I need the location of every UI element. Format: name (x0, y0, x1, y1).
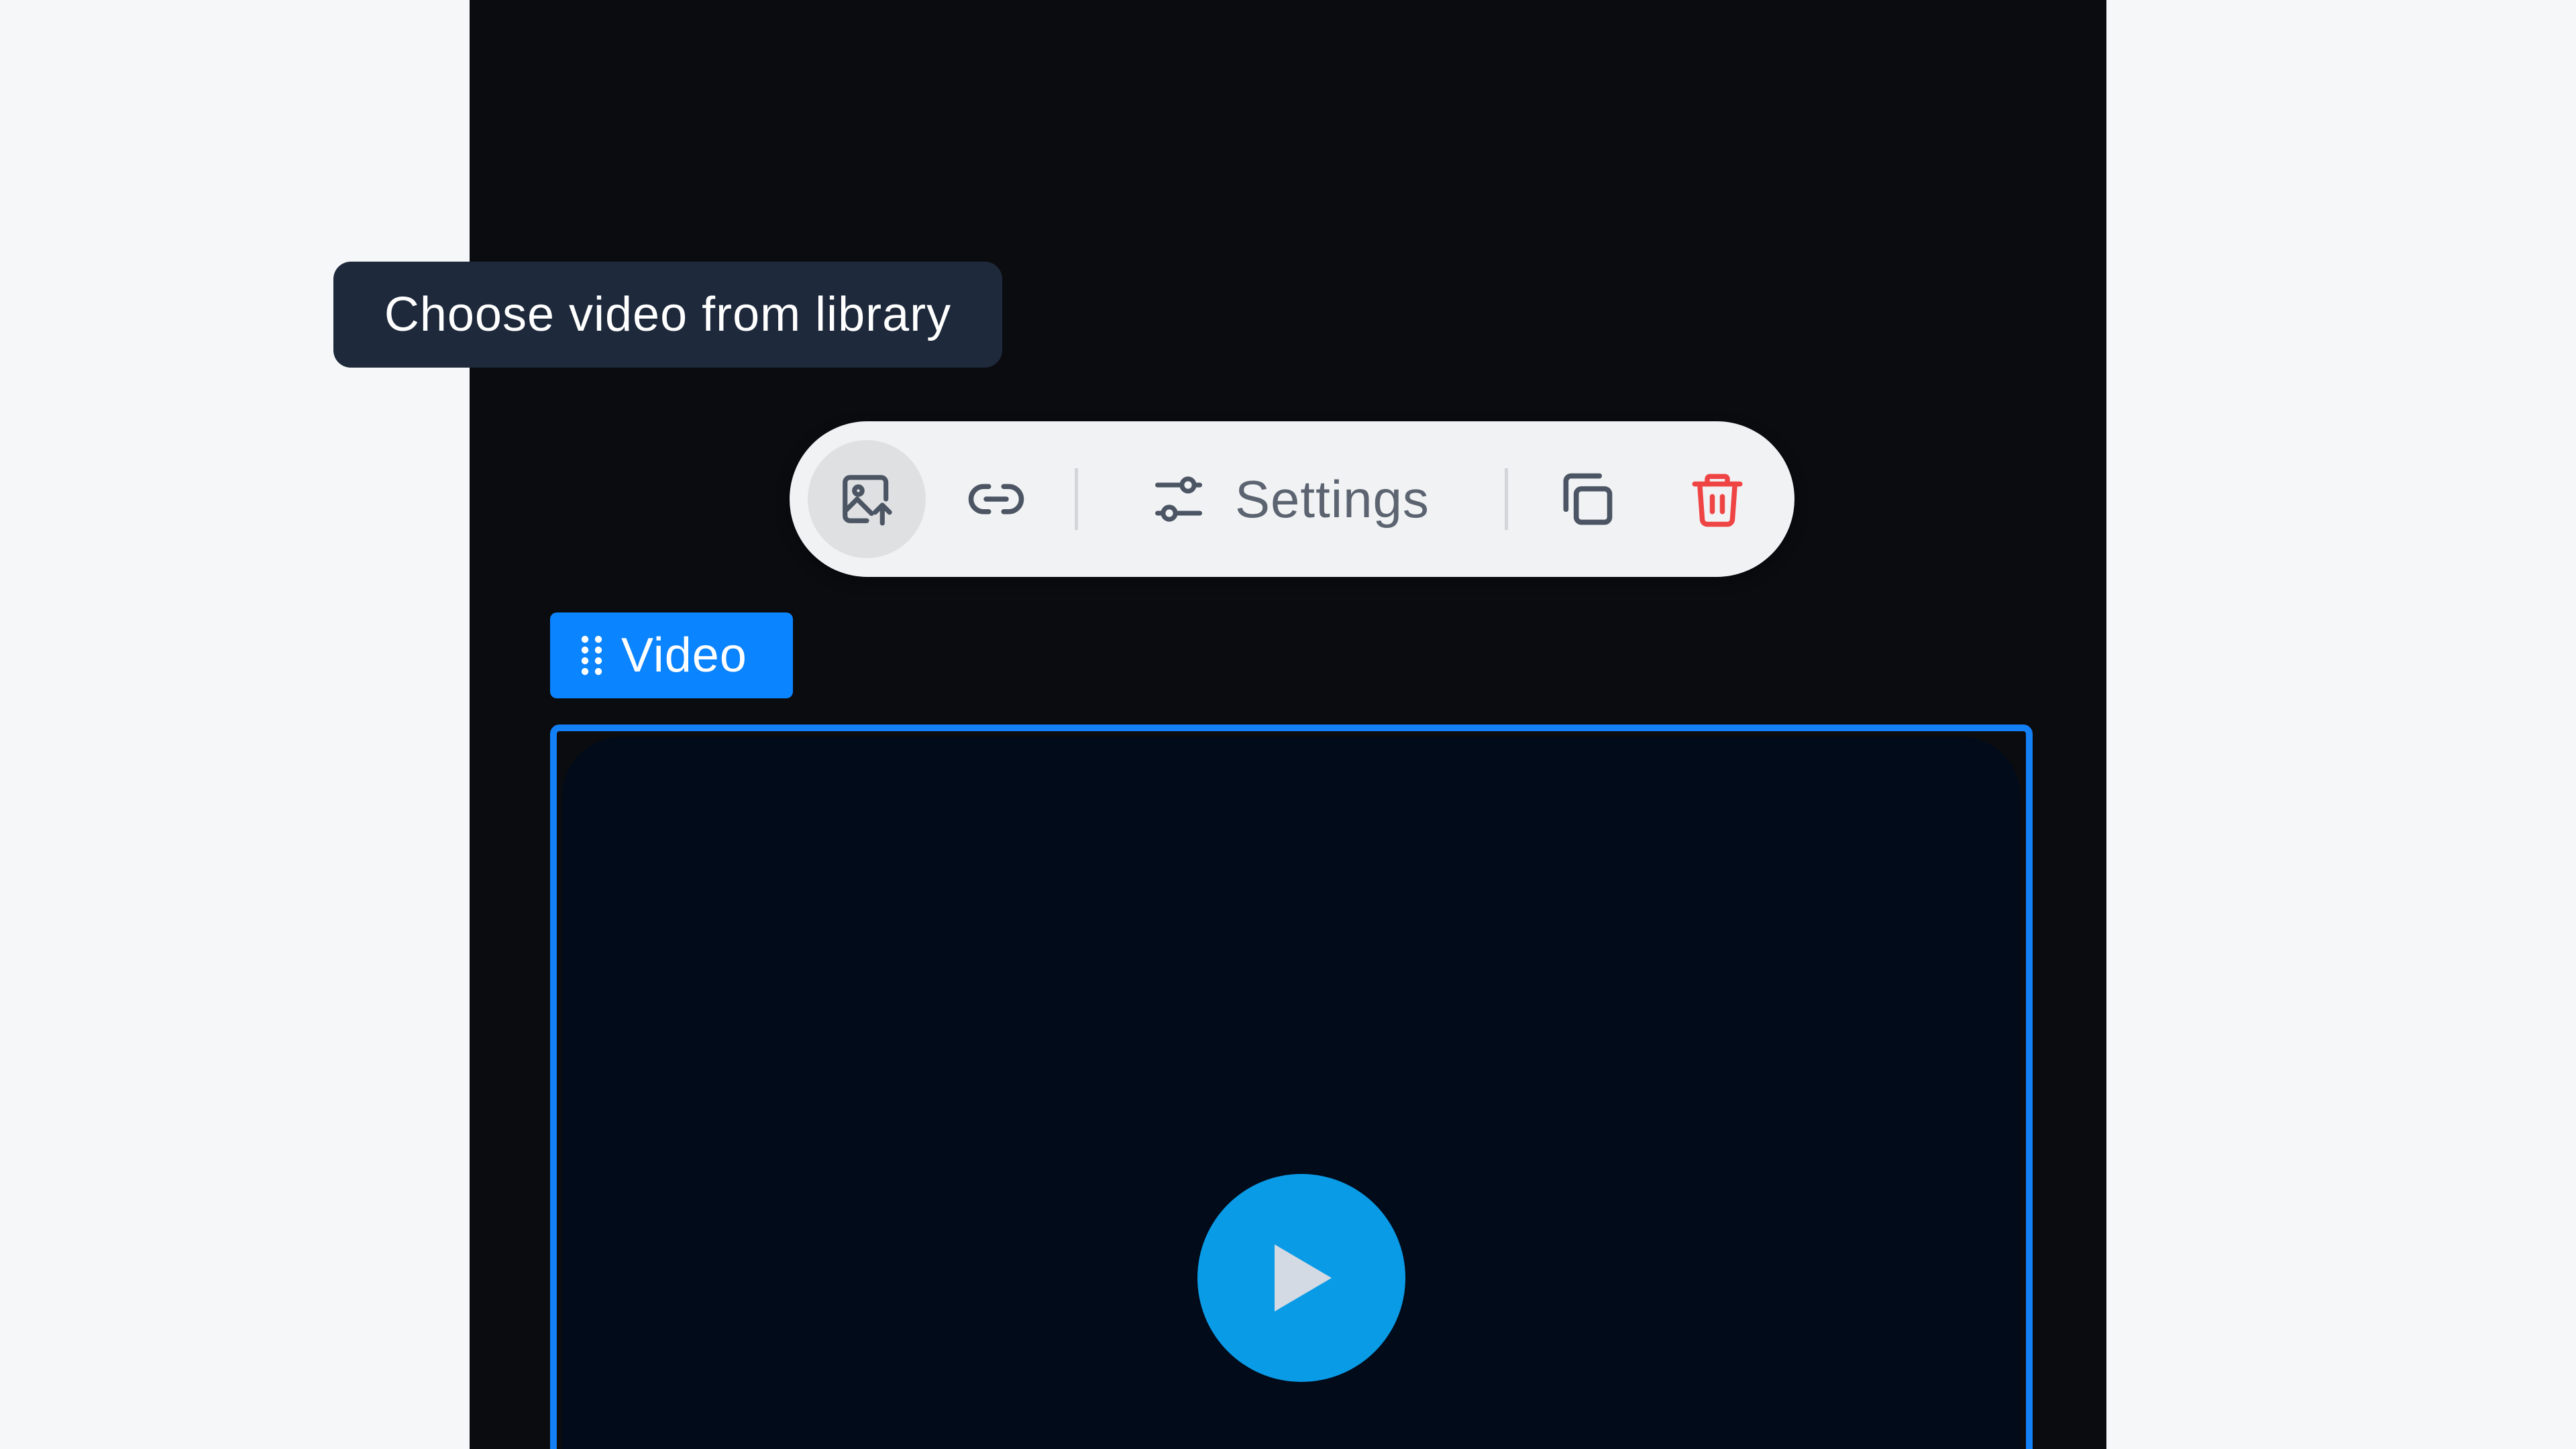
video-block[interactable] (550, 724, 2033, 1449)
video-block-label-text: Video (621, 629, 747, 682)
sliders-icon (1155, 476, 1202, 522)
settings-button[interactable]: Settings (1138, 440, 1467, 558)
delete-button[interactable] (1658, 440, 1776, 558)
copy-icon (1563, 473, 1613, 525)
toolbar-divider (1505, 468, 1508, 530)
settings-label: Settings (1235, 469, 1430, 529)
drag-grip-icon[interactable] (578, 634, 605, 677)
duplicate-button[interactable] (1527, 440, 1646, 558)
image-library-icon (843, 475, 892, 526)
choose-from-library-button[interactable] (808, 440, 926, 558)
toolbar-divider (1075, 468, 1078, 530)
library-tooltip: Choose video from library (333, 262, 1002, 368)
video-block-label[interactable]: Video (550, 612, 793, 698)
video-player[interactable] (562, 737, 2021, 1449)
play-icon (1275, 1244, 1332, 1311)
editor-stage: Choose video from library Settings Video (0, 0, 2576, 1449)
play-button[interactable] (1197, 1174, 1405, 1382)
trash-icon (1692, 474, 1743, 527)
link-icon (968, 484, 1024, 515)
block-toolbar: Settings (790, 421, 1794, 577)
link-button[interactable] (937, 440, 1055, 558)
